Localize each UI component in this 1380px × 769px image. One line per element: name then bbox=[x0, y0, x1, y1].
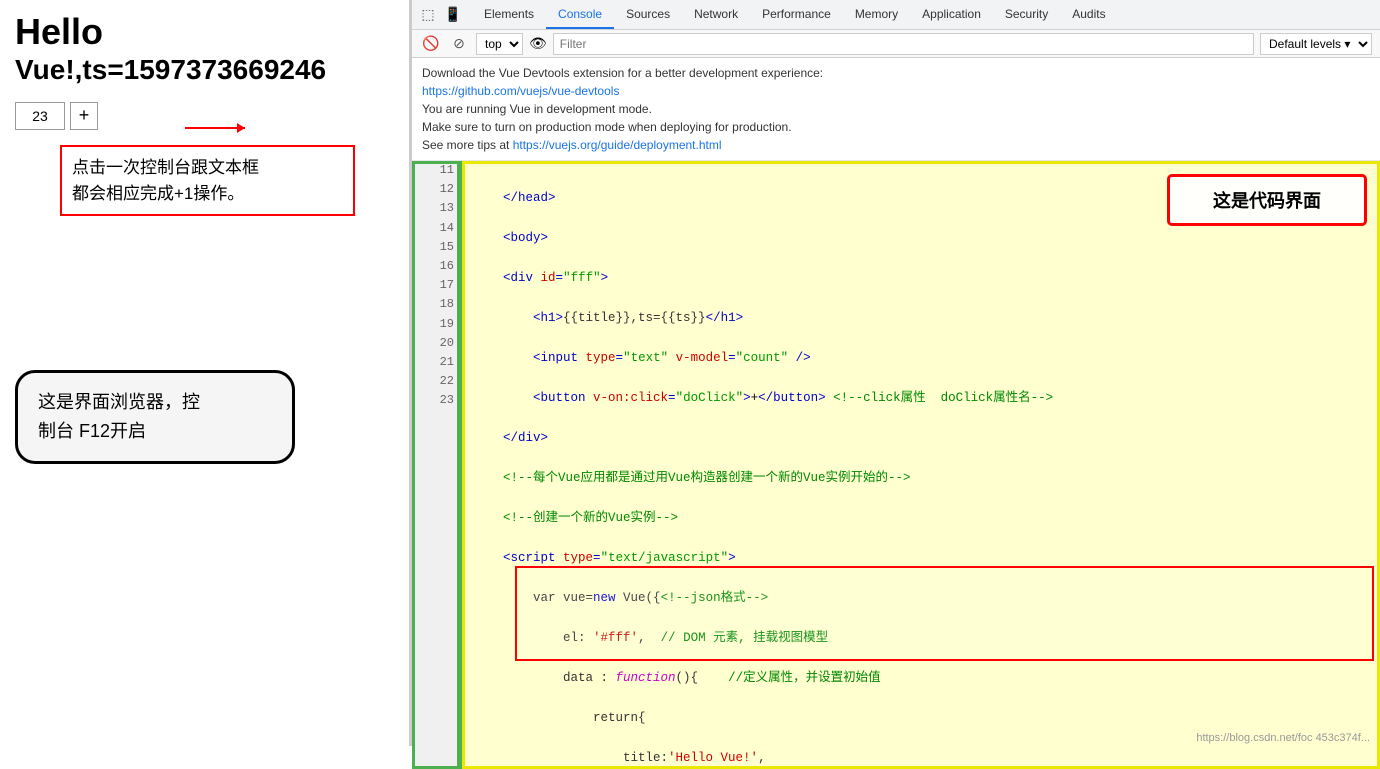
src-line-13: 13 bbox=[412, 199, 460, 218]
src-line-12: 12 bbox=[412, 180, 460, 199]
src-line-19: 19 bbox=[412, 315, 460, 334]
bottom-hint: https://blog.csdn.net/foc 453c374f... bbox=[1196, 732, 1370, 744]
code-line-17: </div> bbox=[473, 428, 1369, 448]
clear-icon[interactable]: 🚫 bbox=[420, 33, 442, 55]
src-line-22: 22 bbox=[412, 372, 460, 391]
code-line-21: var vue=new Vue({<!--json格式--> bbox=[473, 588, 1369, 608]
inspect-icon[interactable]: ⬚ bbox=[417, 4, 439, 26]
mobile-icon[interactable]: 📱 bbox=[442, 4, 464, 26]
annotation-click-box: 点击一次控制台跟文本框 都会相应完成+1操作。 bbox=[60, 145, 355, 216]
tab-performance[interactable]: Performance bbox=[750, 0, 843, 29]
console-line-5: See more tips at https://vuejs.org/guide… bbox=[422, 136, 1370, 154]
code-line-13: <div id="fff"> bbox=[473, 268, 1369, 288]
tab-memory[interactable]: Memory bbox=[843, 0, 910, 29]
code-line-14: <h1>{{title}},ts={{ts}}</h1> bbox=[473, 308, 1369, 328]
plus-button[interactable]: + bbox=[70, 102, 98, 130]
code-content: </head> <body> <div id="fff"> <h1>{{titl… bbox=[465, 164, 1377, 766]
arrow-indicator bbox=[185, 127, 245, 129]
code-line-16: <button v-on:click="doClick">+</button> … bbox=[473, 388, 1369, 408]
src-line-20: 20 bbox=[412, 334, 460, 353]
filter-icon[interactable]: ⊘ bbox=[448, 33, 470, 55]
console-line-4: Make sure to turn on production mode whe… bbox=[422, 118, 1370, 136]
devtools-icons: ⬚ 📱 bbox=[417, 4, 464, 26]
tab-security[interactable]: Security bbox=[993, 0, 1060, 29]
level-select[interactable]: Default levels ▾ bbox=[1260, 33, 1372, 55]
count-input[interactable] bbox=[15, 102, 65, 130]
code-annotation-right: 这是代码界面 bbox=[1167, 174, 1367, 226]
tab-sources[interactable]: Sources bbox=[614, 0, 682, 29]
code-editor: </head> <body> <div id="fff"> <h1>{{titl… bbox=[462, 161, 1380, 769]
tab-network[interactable]: Network bbox=[682, 0, 750, 29]
tab-console[interactable]: Console bbox=[546, 0, 614, 29]
devtools-tab-bar: ⬚ 📱 Elements Console Sources Network Per… bbox=[412, 0, 1380, 30]
console-line-3: You are running Vue in development mode. bbox=[422, 100, 1370, 118]
console-line-1: Download the Vue Devtools extension for … bbox=[422, 64, 1370, 82]
src-line-17: 17 bbox=[412, 276, 460, 295]
hello-text: Hello bbox=[15, 10, 394, 53]
code-line-18: <!--每个Vue应用都是通过用Vue构造器创建一个新的Vue实例开始的--> bbox=[473, 468, 1369, 488]
page-title: Hello Vue!,ts=1597373669246 bbox=[0, 0, 409, 92]
code-line-12: <body> bbox=[473, 228, 1369, 248]
src-line-21: 21 bbox=[412, 353, 460, 372]
src-line-18: 18 bbox=[412, 295, 460, 314]
sources-panel: 11 12 13 14 15 16 17 18 19 20 21 22 23 bbox=[412, 161, 462, 769]
filter-input[interactable] bbox=[553, 33, 1254, 55]
src-line-16: 16 bbox=[412, 257, 460, 276]
src-line-15: 15 bbox=[412, 238, 460, 257]
browser-panel: Hello Vue!,ts=1597373669246 + 点击一次控制台跟文本… bbox=[0, 0, 410, 746]
code-line-return: return{ bbox=[473, 708, 1369, 728]
annotation-browser-box: 这是界面浏览器，控 制台 F12开启 bbox=[15, 370, 295, 464]
eye-icon[interactable]: 👁 bbox=[529, 35, 547, 52]
code-line-15: <input type="text" v-model="count" /> bbox=[473, 348, 1369, 368]
input-area: + bbox=[0, 92, 409, 140]
tab-audits[interactable]: Audits bbox=[1060, 0, 1117, 29]
code-line-title: title:'Hello Vue!', bbox=[473, 748, 1369, 766]
code-line-23: data : function(){ //定义属性，并设置初始值 bbox=[473, 668, 1369, 688]
devtools-panel: ⬚ 📱 Elements Console Sources Network Per… bbox=[410, 0, 1380, 746]
code-line-22: el: '#fff', // DOM 元素, 挂载视图模型 bbox=[473, 628, 1369, 648]
src-line-14: 14 bbox=[412, 219, 460, 238]
tab-elements[interactable]: Elements bbox=[472, 0, 546, 29]
code-area: 11 12 13 14 15 16 17 18 19 20 21 22 23 <… bbox=[412, 161, 1380, 769]
src-line-11: 11 bbox=[412, 161, 460, 180]
tab-application[interactable]: Application bbox=[910, 0, 993, 29]
context-select[interactable]: top bbox=[476, 33, 523, 55]
code-line-19: <!--创建一个新的Vue实例--> bbox=[473, 508, 1369, 528]
code-line-20: <script type="text/javascript"> bbox=[473, 548, 1369, 568]
console-output: Download the Vue Devtools extension for … bbox=[412, 58, 1380, 161]
src-line-23: 23 bbox=[412, 391, 460, 410]
console-line-2: https://github.com/vuejs/vue-devtools bbox=[422, 82, 1370, 100]
console-toolbar: 🚫 ⊘ top 👁 Default levels ▾ bbox=[412, 30, 1380, 58]
subtitle-text: Vue!,ts=1597373669246 bbox=[15, 53, 394, 87]
